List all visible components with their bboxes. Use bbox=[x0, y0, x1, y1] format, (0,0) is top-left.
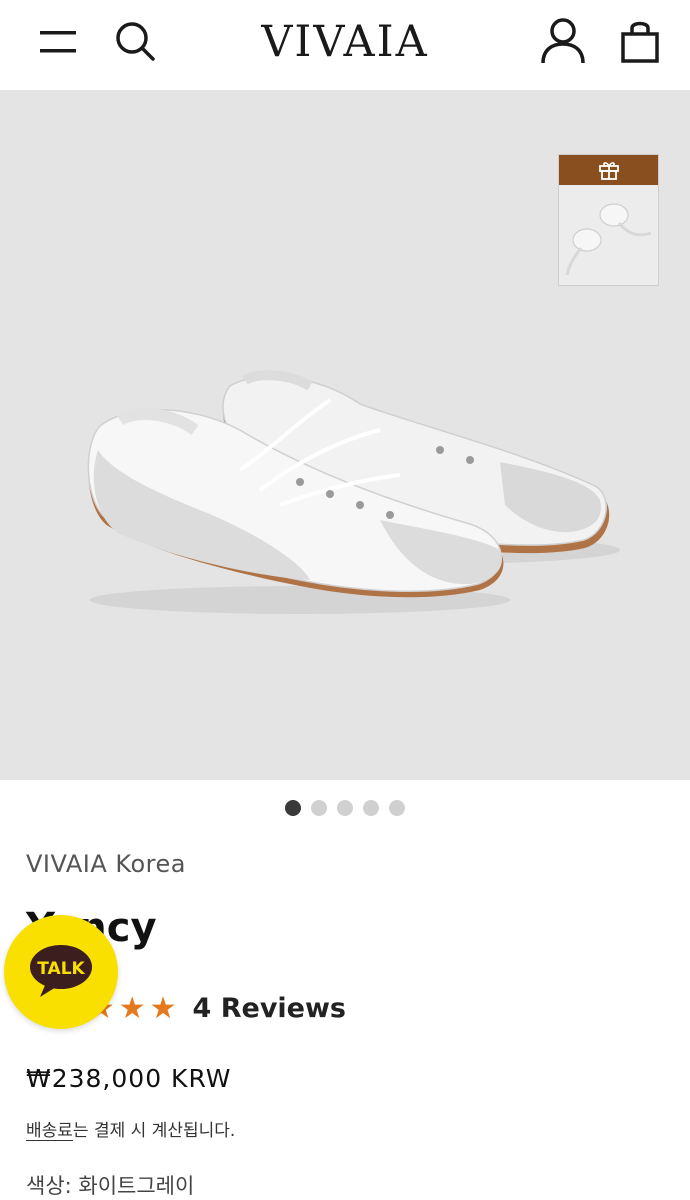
user-icon bbox=[541, 18, 585, 64]
star-icon: ★ bbox=[118, 990, 146, 1026]
talk-label: TALK bbox=[37, 959, 85, 979]
cart-button[interactable] bbox=[612, 12, 668, 70]
brand-logo[interactable]: VIVAIA bbox=[220, 14, 470, 70]
star-icon: ★ bbox=[149, 990, 177, 1026]
carousel-dot-5[interactable] bbox=[389, 800, 405, 816]
gift-thumbnail[interactable] bbox=[558, 154, 659, 286]
shipping-note-text: 는 결제 시 계산됩니다. bbox=[72, 1121, 236, 1141]
hamburger-menu-icon bbox=[40, 31, 76, 53]
shopping-bag-icon bbox=[621, 21, 659, 63]
gift-laces-image bbox=[565, 203, 652, 276]
product-image-gallery[interactable] bbox=[0, 90, 690, 780]
search-icon bbox=[116, 22, 155, 61]
gift-icon bbox=[598, 162, 619, 180]
chat-bubble-icon: TALK bbox=[30, 945, 92, 997]
carousel-dot-3[interactable] bbox=[337, 800, 353, 816]
product-vendor: VIVAIA Korea bbox=[26, 850, 186, 878]
site-header: VIVAIA bbox=[0, 0, 690, 90]
gift-badge bbox=[559, 155, 658, 185]
kakao-talk-button[interactable]: TALK bbox=[4, 915, 118, 1029]
color-label: 색상: 화이트그레이 bbox=[26, 1174, 195, 1198]
shipping-note: 배송료는 결제 시 계산됩니다. bbox=[26, 1116, 235, 1141]
reviews-link[interactable]: 4 Reviews bbox=[193, 993, 346, 1024]
carousel-indicators bbox=[0, 800, 690, 816]
product-price: ₩238,000 KRW bbox=[26, 1064, 232, 1093]
search-button[interactable] bbox=[108, 14, 162, 68]
carousel-dot-1[interactable] bbox=[285, 800, 301, 816]
carousel-dot-4[interactable] bbox=[363, 800, 379, 816]
account-button[interactable] bbox=[534, 12, 592, 70]
shipping-policy-link[interactable]: 배송료 bbox=[26, 1121, 73, 1141]
menu-button[interactable] bbox=[30, 18, 86, 66]
carousel-dot-2[interactable] bbox=[311, 800, 327, 816]
